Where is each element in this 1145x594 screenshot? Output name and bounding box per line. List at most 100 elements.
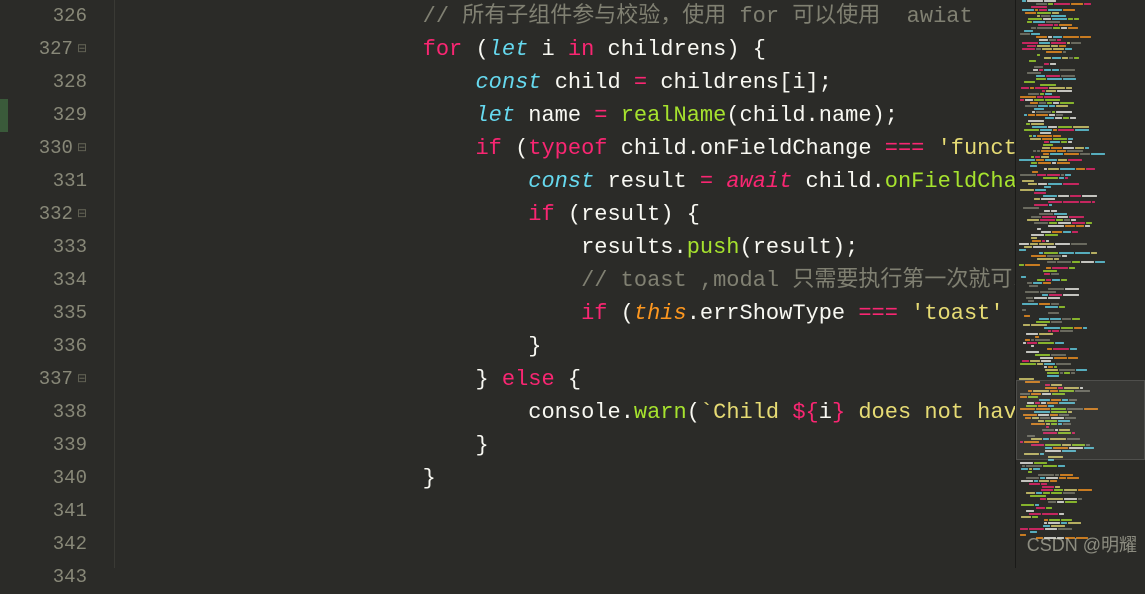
code-token — [1004, 297, 1015, 330]
code-token — [119, 165, 528, 198]
code-line[interactable]: if (result) { — [119, 198, 1015, 231]
code-line[interactable]: } — [119, 330, 1015, 363]
line-number: 335 — [0, 297, 87, 330]
code-token: { — [555, 363, 581, 396]
code-token — [792, 165, 805, 198]
active-line-marker — [0, 99, 8, 132]
code-line[interactable]: if (this.errShowType === 'toast' || — [119, 297, 1015, 330]
code-token — [898, 297, 911, 330]
code-line[interactable]: const child = childrens[i]; — [119, 66, 1015, 99]
code-token — [713, 165, 726, 198]
code-token: else — [502, 363, 555, 396]
code-line[interactable]: results.push(result); — [119, 231, 1015, 264]
code-line[interactable] — [119, 528, 1015, 561]
code-token: result — [581, 198, 660, 231]
code-token — [119, 198, 528, 231]
line-number-gutter[interactable]: 326327⊟328329330⊟331332⊟333334335336337⊟… — [0, 0, 95, 568]
code-token: console — [528, 396, 620, 429]
minimap[interactable] — [1015, 0, 1145, 568]
code-area[interactable]: // 所有子组件参与校验，使用 for 可以使用 awiat for (let … — [115, 0, 1015, 568]
code-token: . — [687, 132, 700, 165]
line-number: 331 — [0, 165, 87, 198]
line-number: 328 — [0, 66, 87, 99]
code-token — [119, 0, 423, 33]
code-token: name — [819, 99, 872, 132]
code-line[interactable] — [119, 561, 1015, 568]
code-line[interactable]: } — [119, 462, 1015, 495]
code-token: result — [753, 231, 832, 264]
code-token: i — [792, 66, 805, 99]
line-number: 330⊟ — [0, 132, 87, 165]
code-token: = — [594, 99, 607, 132]
code-token: results — [581, 231, 673, 264]
code-token: warn — [634, 396, 687, 429]
code-token — [119, 132, 475, 165]
code-line[interactable]: if (typeof child.onFieldChange === 'func… — [119, 132, 1015, 165]
code-line[interactable]: for (let i in childrens) { — [119, 33, 1015, 66]
code-line[interactable]: let name = realName(child.name); — [119, 99, 1015, 132]
code-token — [687, 165, 700, 198]
code-token: ); — [872, 99, 898, 132]
code-token: push — [687, 231, 740, 264]
code-token — [581, 99, 594, 132]
code-token — [119, 297, 581, 330]
code-token: name — [528, 99, 581, 132]
code-token — [924, 132, 937, 165]
code-token: realName — [621, 99, 727, 132]
minimap-content — [1018, 0, 1143, 568]
code-token — [119, 330, 528, 363]
code-line[interactable]: } else { — [119, 363, 1015, 396]
code-token: const — [528, 165, 594, 198]
code-token: if — [475, 132, 501, 165]
code-token: ) { — [660, 198, 700, 231]
code-token: child — [806, 165, 872, 198]
fold-toggle-icon[interactable]: ⊟ — [77, 363, 87, 396]
code-line[interactable] — [119, 495, 1015, 528]
code-token: ${ — [792, 396, 818, 429]
code-token: let — [489, 33, 529, 66]
fold-toggle-icon[interactable]: ⊟ — [77, 33, 87, 66]
code-token: if — [581, 297, 607, 330]
code-token — [119, 231, 581, 264]
fold-column[interactable] — [95, 0, 115, 568]
code-token: ( — [555, 198, 581, 231]
code-token: ( — [740, 231, 753, 264]
line-number: 329 — [0, 99, 87, 132]
code-token — [621, 66, 634, 99]
fold-toggle-icon[interactable]: ⊟ — [77, 198, 87, 231]
code-token: === — [885, 132, 925, 165]
code-token: child — [740, 99, 806, 132]
fold-toggle-icon[interactable]: ⊟ — [77, 132, 87, 165]
code-token: i — [541, 33, 554, 66]
code-token: errShowType — [700, 297, 845, 330]
code-token: this — [634, 297, 687, 330]
line-number: 336 — [0, 330, 87, 363]
code-token: does not have o — [845, 396, 1015, 429]
code-token: typeof — [528, 132, 607, 165]
minimap-viewport[interactable] — [1016, 380, 1145, 460]
line-number: 332⊟ — [0, 198, 87, 231]
code-token: childrens — [608, 33, 727, 66]
line-number: 343 — [0, 561, 87, 594]
code-token — [119, 264, 581, 297]
code-token: ( — [687, 396, 700, 429]
code-line[interactable]: // toast ,modal 只需要执行第一次就可以 — [119, 264, 1015, 297]
line-number: 340 — [0, 462, 87, 495]
code-token — [119, 429, 475, 462]
code-token — [119, 462, 423, 495]
code-line[interactable]: const result = await child.onFieldChange — [119, 165, 1015, 198]
code-token — [845, 297, 858, 330]
code-line[interactable]: } — [119, 429, 1015, 462]
code-line[interactable]: console.warn(`Child ${i} does not have o — [119, 396, 1015, 429]
code-token — [594, 33, 607, 66]
line-number: 333 — [0, 231, 87, 264]
code-token: . — [674, 231, 687, 264]
code-token: in — [568, 33, 594, 66]
code-token — [608, 99, 621, 132]
code-token — [119, 363, 475, 396]
code-token — [608, 132, 621, 165]
code-line[interactable]: // 所有子组件参与校验，使用 for 可以使用 awiat — [119, 0, 1015, 33]
code-token — [541, 66, 554, 99]
code-token: // 所有子组件参与校验，使用 for 可以使用 awiat — [423, 0, 973, 33]
code-token: await — [726, 165, 792, 198]
